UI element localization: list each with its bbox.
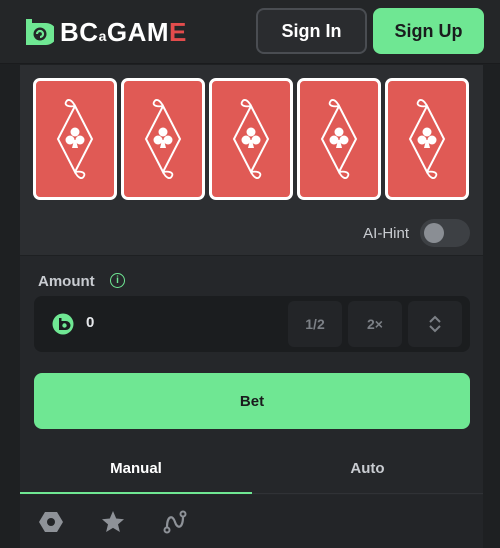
amount-label: Amount [38,273,95,290]
half-button[interactable]: 1/2 [288,301,342,347]
card-back[interactable] [385,78,469,200]
club-suit-icon [320,98,358,179]
header: BCaGAME Sign In Sign Up [0,0,500,64]
sign-in-button[interactable]: Sign In [256,8,367,54]
card-back[interactable] [297,78,381,200]
bet-button[interactable]: Bet [34,373,470,429]
card-back[interactable] [33,78,117,200]
info-icon[interactable]: i [110,273,125,288]
ai-hint-toggle[interactable] [420,219,470,247]
ai-hint-label: AI-Hint [363,225,409,242]
coin-icon [52,313,74,335]
logo[interactable]: BCaGAME [20,14,187,50]
page: BCaGAME Sign In Sign Up AI-Hint Amount i… [0,0,500,548]
chevron-up-icon[interactable] [428,314,442,324]
tab-manual[interactable]: Manual [20,444,252,494]
club-suit-icon [56,98,94,179]
card-back[interactable] [121,78,205,200]
bottom-toolbar [20,495,483,548]
logo-text: BCaGAME [60,16,187,47]
path-curve-icon[interactable] [162,509,188,535]
game-area: AI-Hint [20,65,483,255]
logo-icon [26,19,54,45]
double-button[interactable]: 2× [348,301,402,347]
amount-stepper[interactable] [408,301,462,347]
settings-hexagon-icon[interactable] [38,509,64,535]
chevron-down-icon[interactable] [428,324,442,334]
club-suit-icon [144,98,182,179]
club-suit-icon [408,98,446,179]
sign-up-button[interactable]: Sign Up [373,8,484,54]
toggle-knob [424,223,444,243]
amount-input[interactable]: 0 1/2 2× [34,296,470,352]
club-suit-icon [232,98,270,179]
card-back[interactable] [209,78,293,200]
amount-value: 0 [86,314,95,331]
bet-controls: Amount i 0 1/2 2× Bet Manual Auto [20,256,483,548]
star-icon[interactable] [100,509,126,535]
tab-auto[interactable]: Auto [252,444,483,494]
